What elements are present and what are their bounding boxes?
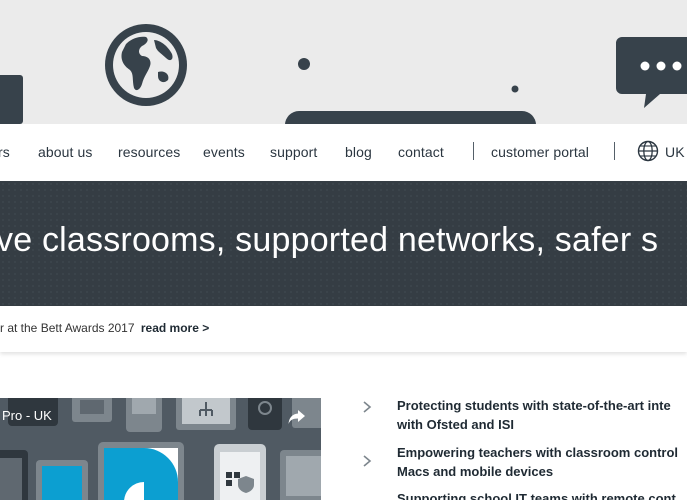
news-ticker: r at the Bett Awards 2017 read more > bbox=[0, 306, 687, 352]
globe-illustration bbox=[105, 24, 187, 106]
share-icon[interactable] bbox=[288, 409, 306, 425]
device-illustration bbox=[0, 75, 23, 124]
hero-banner: ve classrooms, supported networks, safer… bbox=[0, 181, 687, 306]
feature-item[interactable]: Protecting students with state-of-the-ar… bbox=[360, 396, 687, 436]
feature-text-line2: with Ofsted and ISI bbox=[397, 417, 515, 432]
feature-text-line2: Macs and mobile devices bbox=[397, 464, 554, 479]
hero-illustration bbox=[0, 0, 687, 124]
nav-item-resources[interactable]: resources bbox=[118, 144, 180, 160]
feature-text-line1: Supporting school IT teams with remote c… bbox=[397, 491, 676, 500]
nav-divider bbox=[614, 142, 615, 160]
region-label: UK bbox=[665, 144, 685, 160]
nav-divider bbox=[473, 142, 474, 160]
video-player[interactable]: Pro - UK bbox=[0, 398, 321, 500]
chevron-right-icon bbox=[363, 401, 372, 413]
video-title: Pro - UK bbox=[2, 408, 52, 423]
hero-illustration-graphic bbox=[0, 24, 687, 124]
chevron-right-icon bbox=[363, 455, 372, 467]
news-text: r at the Bett Awards 2017 bbox=[0, 321, 135, 335]
read-more-link[interactable]: read more > bbox=[141, 321, 209, 335]
feature-text-line1: Empowering teachers with classroom contr… bbox=[397, 445, 679, 460]
main-navigation: rs about us resources events support blo… bbox=[0, 124, 687, 182]
news-text-line: r at the Bett Awards 2017 read more > bbox=[0, 321, 209, 335]
banner-headline: ve classrooms, supported networks, safer… bbox=[0, 221, 659, 259]
globe-icon bbox=[637, 140, 659, 162]
chat-bubble-illustration bbox=[616, 37, 687, 108]
feature-list: Protecting students with state-of-the-ar… bbox=[360, 392, 687, 500]
feature-item[interactable]: Supporting school IT teams with remote c… bbox=[360, 489, 687, 500]
nav-item-customer-portal[interactable]: customer portal bbox=[491, 144, 589, 160]
nav-item-partial[interactable]: rs bbox=[0, 144, 10, 160]
nav-item-about-us[interactable]: about us bbox=[38, 144, 93, 160]
laptop-illustration bbox=[285, 111, 536, 124]
nav-item-events[interactable]: events bbox=[203, 144, 245, 160]
nav-item-contact[interactable]: contact bbox=[398, 144, 444, 160]
nav-item-blog[interactable]: blog bbox=[345, 144, 372, 160]
feature-item[interactable]: Empowering teachers with classroom contr… bbox=[360, 443, 687, 483]
nav-item-support[interactable]: support bbox=[270, 144, 317, 160]
feature-text-line1: Protecting students with state-of-the-ar… bbox=[397, 398, 671, 413]
